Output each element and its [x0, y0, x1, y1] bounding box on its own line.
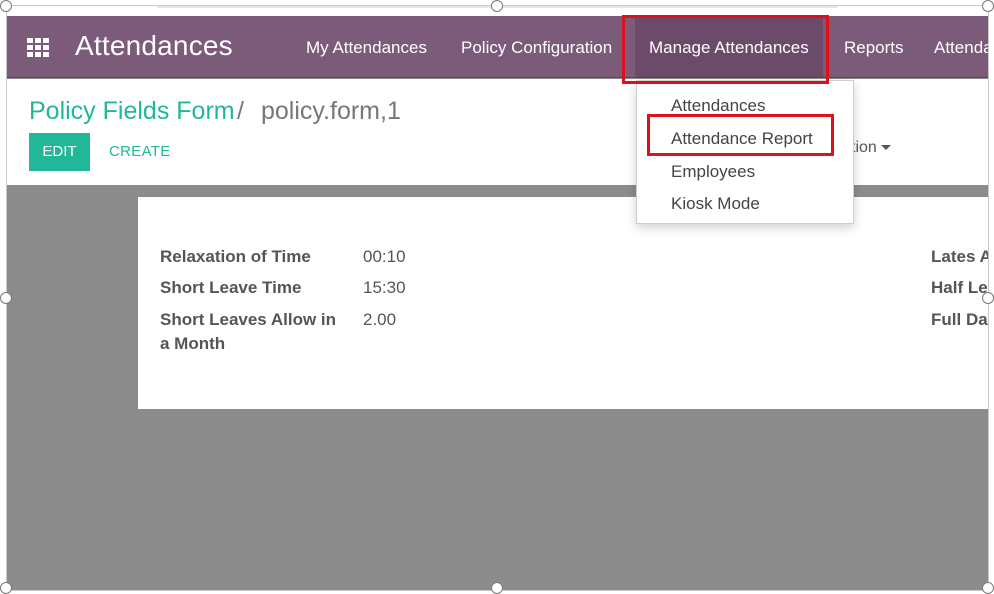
- field-label-full-day: Full Day: [931, 310, 988, 329]
- resize-handle-bottom-left[interactable]: [0, 582, 12, 594]
- field-value-short-leaves-allow: 2.00: [363, 310, 397, 329]
- breadcrumb-parent[interactable]: Policy Fields Form: [29, 97, 235, 126]
- top-navbar: Attendances My Attendances Policy Config…: [7, 16, 988, 78]
- field-label-lates-allowed: Lates A: [931, 247, 989, 266]
- highlight-box-menu: [622, 15, 829, 84]
- resize-handle-top-center[interactable]: [491, 0, 503, 12]
- resize-handle-top-right[interactable]: [982, 0, 994, 12]
- field-value-relaxation: 00:10: [363, 247, 406, 266]
- resize-handle-middle-right[interactable]: [982, 292, 994, 304]
- field-label-short-leave-time: Short Leave Time: [160, 278, 302, 297]
- breadcrumb-current: policy.form,1: [261, 97, 401, 125]
- menu-reports[interactable]: Reports: [844, 38, 904, 58]
- screenshot-frame: Attendances My Attendances Policy Config…: [6, 5, 989, 591]
- caret-down-icon: [880, 145, 891, 151]
- field-label-half-leave: Half Le: [931, 278, 988, 297]
- grid-icon[interactable]: [27, 38, 49, 57]
- app-title[interactable]: Attendances: [75, 30, 233, 62]
- menu-policy-configuration[interactable]: Policy Configuration: [461, 38, 612, 58]
- resize-handle-top-left[interactable]: [0, 0, 12, 12]
- field-label-relaxation: Relaxation of Time: [160, 247, 311, 266]
- menu-attendances-truncated[interactable]: Attenda: [934, 38, 988, 58]
- resize-handle-bottom-center[interactable]: [491, 582, 503, 594]
- field-value-short-leave-time: 15:30: [363, 278, 406, 297]
- highlight-box-report: [647, 114, 834, 156]
- create-button[interactable]: CREATE: [109, 143, 171, 160]
- field-label-short-leaves-allow: Short Leaves Allow in a Month: [160, 310, 337, 353]
- form-sheet: Relaxation of Time 00:10 Short Leave Tim…: [138, 197, 989, 409]
- dropdown-item-employees[interactable]: Employees: [671, 162, 755, 182]
- edit-button[interactable]: EDIT: [29, 133, 90, 171]
- breadcrumb-separator: /: [237, 97, 244, 125]
- resize-handle-bottom-right[interactable]: [982, 582, 994, 594]
- resize-handle-middle-left[interactable]: [0, 292, 12, 304]
- dropdown-item-attendances[interactable]: Attendances: [671, 96, 766, 116]
- dropdown-item-kiosk-mode[interactable]: Kiosk Mode: [671, 194, 760, 214]
- menu-my-attendances[interactable]: My Attendances: [306, 38, 427, 58]
